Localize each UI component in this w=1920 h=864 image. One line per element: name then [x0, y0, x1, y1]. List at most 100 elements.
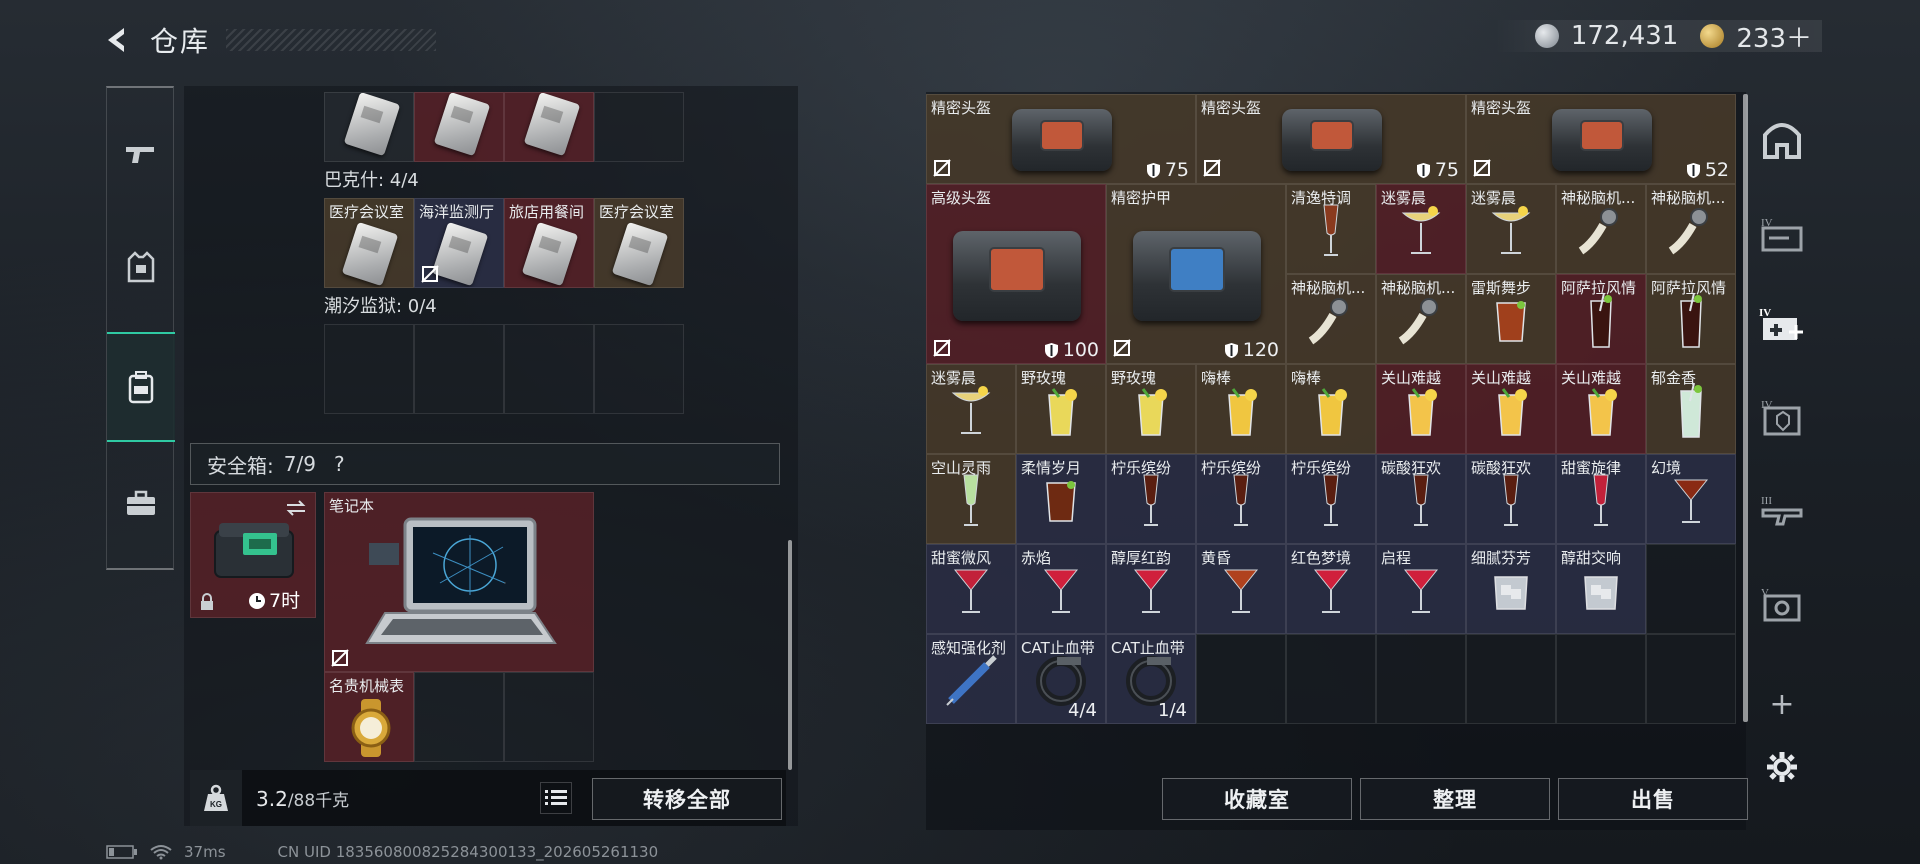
inventory-item[interactable]: 高级头盔 100 [926, 184, 1106, 364]
laptop-item[interactable]: 笔记本 [324, 492, 594, 672]
transfer-all-button[interactable]: 转移全部 [592, 778, 782, 820]
inventory-item[interactable]: 神秘脑机... [1286, 274, 1376, 364]
empty-slot[interactable] [594, 92, 684, 162]
safe-box-container[interactable]: 7时 [190, 492, 316, 618]
silver-coin-icon [1534, 24, 1559, 48]
inventory-item[interactable]: 碳酸狂欢 [1376, 454, 1466, 544]
keycard-slot[interactable] [414, 92, 504, 162]
add-tab-button[interactable]: + [1752, 682, 1812, 726]
list-view-button[interactable] [540, 782, 572, 814]
sort-button[interactable]: 整理 [1360, 778, 1550, 820]
inventory-item[interactable]: 红色梦境 [1286, 544, 1376, 634]
inventory-item[interactable]: 赤焰 [1016, 544, 1106, 634]
empty-slot[interactable] [414, 324, 504, 414]
inventory-item[interactable]: 野玫瑰 [1106, 364, 1196, 454]
swap-icon[interactable] [285, 499, 307, 517]
sell-button[interactable]: 出售 [1558, 778, 1748, 820]
collection-room-button[interactable]: 收藏室 [1162, 778, 1352, 820]
sidebar-item-medkit-iv[interactable]: IV [1752, 290, 1812, 362]
settings-button[interactable] [1752, 742, 1812, 792]
gold-amount[interactable]: 233＋ [1736, 18, 1812, 55]
inventory-item[interactable]: 感知强化剂 [926, 634, 1016, 724]
inventory-item[interactable]: 关山难越 [1376, 364, 1466, 454]
inventory-item[interactable]: 醇甜交响 [1556, 544, 1646, 634]
inventory-item[interactable]: 柠乐缤纷 [1106, 454, 1196, 544]
item-label: 细腻芬芳 [1471, 549, 1532, 567]
tab-storage[interactable] [107, 332, 175, 442]
sidebar-item-case-iv[interactable]: IV [1752, 198, 1812, 270]
inventory-item[interactable]: 碳酸狂欢 [1466, 454, 1556, 544]
vault-icon [1763, 123, 1801, 159]
inventory-item[interactable]: 醇厚红韵 [1106, 544, 1196, 634]
inventory-item[interactable]: 柠乐缤纷 [1196, 454, 1286, 544]
tab-equipment[interactable] [107, 448, 175, 558]
inventory-item[interactable]: 迷雾晨 [926, 364, 1016, 454]
sidebar-item-stash[interactable] [1752, 104, 1812, 176]
help-icon[interactable]: ? [334, 452, 345, 476]
storage-grid: 精密头盔 75 精密头盔 75 精密头盔 52 高级头盔 100 精密护甲 120 清逸特调 迷雾晨迷… [926, 94, 1738, 764]
gear-bag-icon [953, 231, 1081, 321]
empty-slot[interactable] [1646, 634, 1736, 724]
empty-slot[interactable] [504, 324, 594, 414]
inventory-item[interactable]: 细腻芬芳 [1466, 544, 1556, 634]
inventory-item[interactable]: 精密头盔 75 [926, 94, 1196, 184]
highball-icon [1041, 383, 1081, 443]
inventory-item[interactable]: 嗨棒 [1286, 364, 1376, 454]
empty-slot[interactable] [1286, 634, 1376, 724]
inventory-item[interactable]: 甜蜜微风 [926, 544, 1016, 634]
inventory-item[interactable]: 郁金香 [1646, 364, 1736, 454]
keycard-slot[interactable] [504, 92, 594, 162]
inventory-item[interactable]: 关山难越 [1556, 364, 1646, 454]
inventory-item[interactable]: 神秘脑机... [1376, 274, 1466, 364]
inventory-item[interactable]: 神秘脑机... [1556, 184, 1646, 274]
right-scrollbar[interactable] [1743, 94, 1748, 722]
empty-slot[interactable] [504, 672, 594, 762]
keycard-slot[interactable]: 旅店用餐间 [504, 198, 594, 288]
back-arrow-icon[interactable] [100, 23, 134, 57]
inventory-item[interactable]: 精密护甲 120 [1106, 184, 1286, 364]
empty-slot[interactable] [594, 324, 684, 414]
inventory-item[interactable]: 关山难越 [1466, 364, 1556, 454]
inventory-item[interactable]: CAT止血带 1/4 [1106, 634, 1196, 724]
no-trade-icon [1203, 159, 1221, 177]
keycard-slot[interactable]: 医疗会议室 [594, 198, 684, 288]
sidebar-item-rifle-iii[interactable]: III [1752, 476, 1812, 548]
inventory-item[interactable]: 迷雾晨 [1466, 184, 1556, 274]
inventory-item[interactable]: 柠乐缤纷 [1286, 454, 1376, 544]
tab-weapons[interactable] [107, 100, 175, 210]
empty-slot[interactable] [1556, 634, 1646, 724]
inventory-item[interactable]: 神秘脑机... [1646, 184, 1736, 274]
inventory-item[interactable]: 黄昏 [1196, 544, 1286, 634]
inventory-item[interactable]: 柔情岁月 [1016, 454, 1106, 544]
inventory-item[interactable]: 阿萨拉风情 [1646, 274, 1736, 364]
item-label: 精密头盔 [1471, 99, 1532, 117]
inventory-item[interactable]: 清逸特调 [1286, 184, 1376, 274]
watch-item[interactable]: 名贵机械表 [324, 672, 414, 762]
inventory-item[interactable]: 空山灵雨 [926, 454, 1016, 544]
inventory-item[interactable]: 迷雾晨 [1376, 184, 1466, 274]
inventory-item[interactable]: 精密头盔 52 [1466, 94, 1736, 184]
inventory-item[interactable]: 精密头盔 75 [1196, 94, 1466, 184]
martini-icon [951, 564, 991, 622]
empty-slot[interactable] [324, 324, 414, 414]
inventory-item[interactable]: 幻境 [1646, 454, 1736, 544]
empty-slot[interactable] [1196, 634, 1286, 724]
tab-armor[interactable] [107, 212, 175, 322]
empty-slot[interactable] [1646, 544, 1736, 634]
inventory-item[interactable]: 阿萨拉风情 [1556, 274, 1646, 364]
empty-slot[interactable] [1376, 634, 1466, 724]
inventory-item[interactable]: 野玫瑰 [1016, 364, 1106, 454]
sidebar-item-shield-iv[interactable]: IV [1752, 382, 1812, 454]
inventory-item[interactable]: 雷斯舞步 [1466, 274, 1556, 364]
inventory-item[interactable]: 甜蜜旋律 [1556, 454, 1646, 544]
inventory-item[interactable]: CAT止血带 4/4 [1016, 634, 1106, 724]
empty-slot[interactable] [1466, 634, 1556, 724]
inventory-item[interactable]: 嗨棒 [1196, 364, 1286, 454]
keycard-slot[interactable]: 医疗会议室 [324, 198, 414, 288]
sidebar-item-gear-v[interactable]: V [1752, 568, 1812, 640]
left-scrollbar[interactable] [788, 540, 792, 770]
empty-slot[interactable] [414, 672, 504, 762]
inventory-item[interactable]: 启程 [1376, 544, 1466, 634]
keycard-slot[interactable]: 海洋监测厅 [414, 198, 504, 288]
keycard-slot[interactable] [324, 92, 414, 162]
